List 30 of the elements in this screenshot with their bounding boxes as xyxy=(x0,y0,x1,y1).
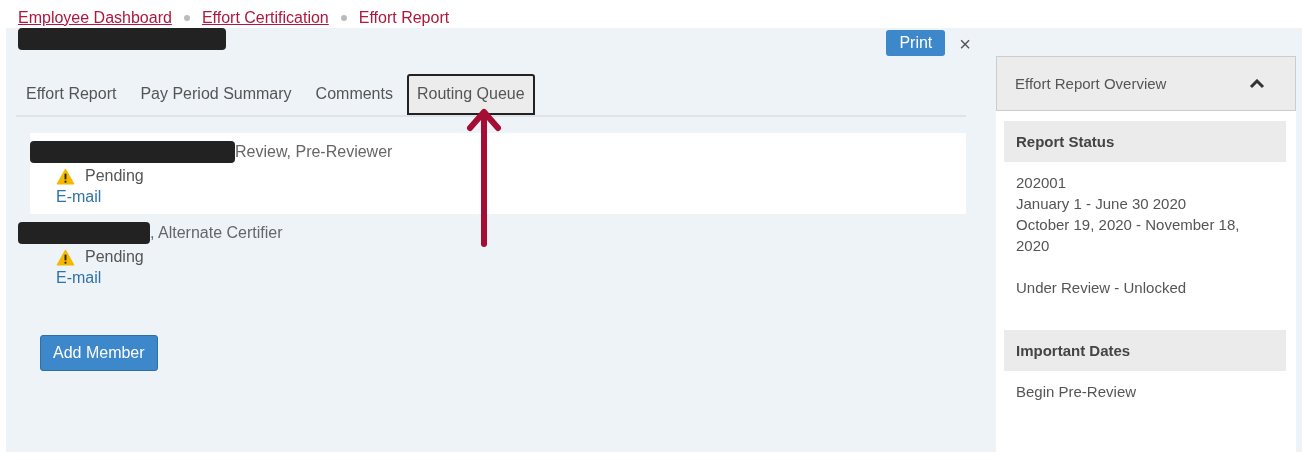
separator-dot xyxy=(340,15,347,21)
member-role: , Alternate Certifier xyxy=(150,224,283,242)
breadcrumb-link[interactable]: Employee Dashboard xyxy=(18,9,172,27)
breadcrumb-link[interactable]: Effort Certification xyxy=(201,9,329,27)
add-member-button[interactable]: Add Member xyxy=(40,335,158,371)
overview-text: October 19, 2020 - November 18, 2020 xyxy=(1016,215,1241,256)
status-text: Pending xyxy=(85,248,144,266)
overview-text: Begin Pre-Review xyxy=(1016,382,1138,402)
tab[interactable]: Comments xyxy=(305,74,403,115)
overview-header[interactable]: Effort Report Overview xyxy=(996,56,1296,111)
section-heading: Important Dates xyxy=(1004,330,1286,371)
breadcrumb-item: Effort Report xyxy=(358,9,450,27)
close-icon[interactable]: × xyxy=(959,33,971,56)
overview-text: Under Review - Unlocked xyxy=(1016,278,1188,298)
status-text: Pending xyxy=(85,167,144,185)
print-button[interactable]: Print xyxy=(886,29,946,56)
overview-text: January 1 - June 30 2020 xyxy=(1016,194,1188,214)
section-heading: Report Status xyxy=(1004,121,1286,162)
email-link[interactable]: E-mail xyxy=(56,188,102,205)
separator-dot xyxy=(183,15,190,21)
warning-icon xyxy=(56,167,75,185)
member-role: Review, Pre-Reviewer xyxy=(235,143,393,161)
tab[interactable]: Routing Queue xyxy=(406,74,535,115)
overview-title: Effort Report Overview xyxy=(1015,75,1167,92)
overview-text: 202001 xyxy=(1016,173,1068,193)
tab[interactable]: Effort Report xyxy=(16,74,127,115)
tab[interactable]: Pay Period Summary xyxy=(130,74,302,115)
chevron-up-icon[interactable] xyxy=(1249,78,1265,89)
warning-icon xyxy=(56,248,75,266)
email-link[interactable]: E-mail xyxy=(56,269,102,286)
